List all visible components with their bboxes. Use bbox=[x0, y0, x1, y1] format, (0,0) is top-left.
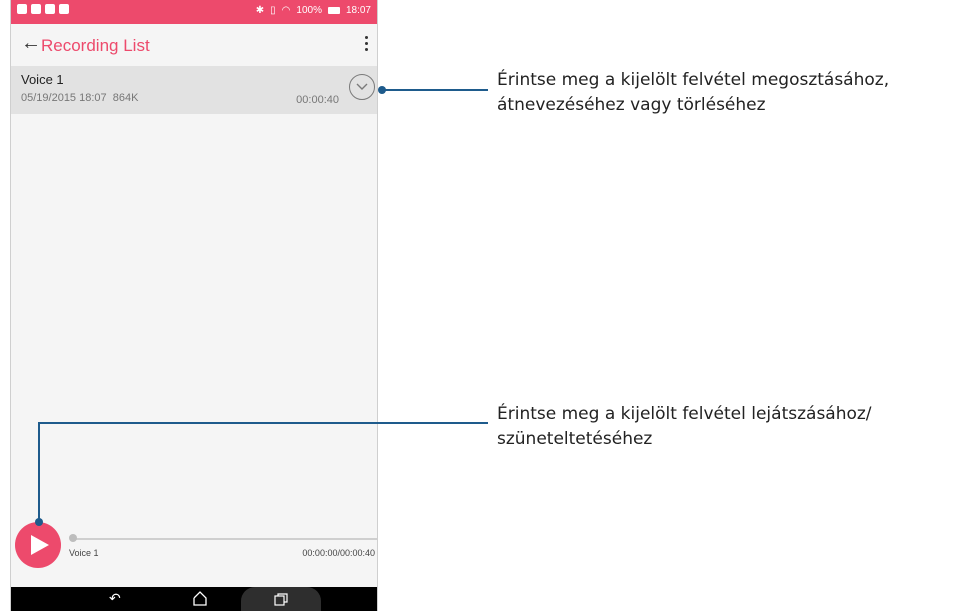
message-icon bbox=[17, 4, 27, 14]
callout-top-text: Érintse meg a kijelölt felvétel megosztá… bbox=[497, 68, 889, 118]
progress-track[interactable] bbox=[71, 538, 377, 540]
system-indicators: ✱ ▯ ◠ 100% 18:07 bbox=[256, 5, 371, 16]
recording-duration: 00:00:40 bbox=[296, 94, 339, 106]
notification-icons bbox=[17, 4, 69, 14]
recording-list-item[interactable]: Voice 1 05/19/2015 18:07 864K 00:00:40 bbox=[11, 66, 377, 114]
expand-options-button[interactable] bbox=[349, 74, 375, 100]
player-bar: Voice 1 00:00:00/00:00:40 bbox=[11, 513, 377, 587]
arrow-left-icon[interactable]: ← bbox=[21, 33, 41, 53]
wifi-icon: ◠ bbox=[281, 5, 291, 16]
recent-apps-icon bbox=[274, 593, 288, 606]
clock: 18:07 bbox=[345, 5, 371, 16]
page-title: Recording List bbox=[41, 36, 150, 55]
recording-size: 864K bbox=[112, 92, 139, 104]
battery-percent: 100% bbox=[296, 5, 322, 16]
play-button[interactable] bbox=[15, 522, 61, 568]
status-bar: ✱ ▯ ◠ 100% 18:07 bbox=[11, 0, 377, 24]
battery-icon bbox=[327, 7, 340, 14]
callout-bottom-dot bbox=[35, 518, 43, 526]
chevron-down-icon bbox=[356, 83, 368, 90]
player-title: Voice 1 bbox=[69, 548, 99, 558]
callout-top-line2: átnevezéséhez vagy törléséhez bbox=[497, 95, 766, 115]
callout-top-line1: Érintse meg a kijelölt felvétel megosztá… bbox=[497, 70, 890, 90]
recording-name: Voice 1 bbox=[21, 72, 64, 87]
callout-bottom-vertical bbox=[38, 422, 40, 522]
image-icon bbox=[59, 4, 69, 14]
callout-bottom-line1: Érintse meg a kijelölt felvétel lejátszá… bbox=[497, 404, 872, 424]
player-time: 00:00:00/00:00:40 bbox=[302, 548, 375, 558]
recording-meta: 05/19/2015 18:07 864K bbox=[21, 92, 138, 104]
home-icon[interactable] bbox=[192, 590, 208, 606]
recording-date: 05/19/2015 18:07 bbox=[21, 92, 107, 104]
lock-icon bbox=[45, 4, 55, 14]
navigation-bar: ↶ bbox=[11, 587, 377, 611]
progress-knob[interactable] bbox=[69, 534, 77, 542]
app-bar: ← Recording List bbox=[11, 24, 377, 66]
device-screen: ✱ ▯ ◠ 100% 18:07 ← Recording List Voice … bbox=[10, 0, 378, 611]
bluetooth-icon: ✱ bbox=[255, 5, 265, 16]
more-vertical-icon[interactable] bbox=[363, 36, 369, 51]
callout-bottom-horizontal bbox=[38, 422, 488, 424]
callout-bottom-text: Érintse meg a kijelölt felvétel lejátszá… bbox=[497, 402, 872, 452]
play-icon bbox=[31, 535, 49, 555]
recent-apps-button[interactable] bbox=[241, 587, 321, 611]
back-icon[interactable]: ↶ bbox=[109, 590, 121, 607]
callout-top-line bbox=[382, 89, 488, 91]
vibrate-icon: ▯ bbox=[270, 5, 276, 16]
callout-bottom-line2: szüneteltetéséhez bbox=[497, 429, 653, 449]
cloud-icon bbox=[31, 4, 41, 14]
